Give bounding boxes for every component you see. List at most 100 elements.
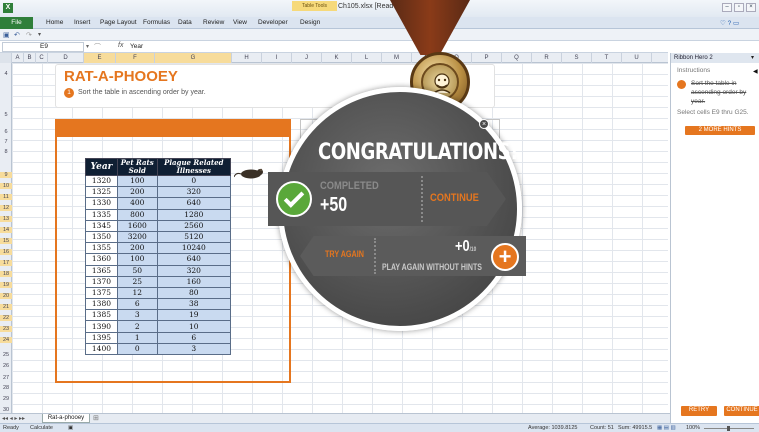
header-plague-illnesses[interactable]: Plague Related Illnesses bbox=[156, 158, 232, 176]
play-again-without-hints-label[interactable]: PLAY AGAIN WITHOUT HINTS bbox=[382, 262, 482, 272]
insert-function-icon[interactable]: fx bbox=[118, 42, 123, 49]
table-row[interactable]: 1390 2 10 bbox=[85, 320, 232, 333]
macro-record-icon[interactable]: ▣ bbox=[68, 425, 73, 431]
column-header[interactable]: I bbox=[262, 53, 292, 63]
column-header[interactable]: S bbox=[562, 53, 592, 63]
more-hints-button[interactable]: 2 MORE HINTS bbox=[685, 126, 755, 135]
cell-year[interactable]: 1335 bbox=[85, 208, 118, 221]
play-again-plus-button[interactable]: + bbox=[491, 243, 519, 271]
cell-rats[interactable]: 100 bbox=[116, 174, 158, 188]
header-year[interactable]: Year bbox=[85, 158, 118, 176]
table-row[interactable]: 1400 0 3 bbox=[85, 342, 232, 356]
row-header[interactable]: 28 bbox=[0, 385, 12, 391]
row-header[interactable]: 22 bbox=[0, 315, 12, 321]
column-header[interactable]: F bbox=[116, 53, 155, 63]
zoom-slider-thumb[interactable] bbox=[727, 426, 730, 431]
status-calculate[interactable]: Calculate bbox=[30, 425, 53, 431]
close-dialog-icon[interactable]: × bbox=[479, 119, 489, 129]
cell-rats[interactable]: 50 bbox=[116, 264, 158, 277]
cell-year[interactable]: 1330 bbox=[85, 197, 118, 210]
header-pet-rats-sold[interactable]: Pet Rats Sold bbox=[116, 158, 158, 176]
cell-year[interactable]: 1375 bbox=[85, 286, 118, 300]
table-row[interactable]: 1365 50 320 bbox=[85, 264, 232, 277]
table-row[interactable]: 1350 3200 5120 bbox=[85, 230, 232, 244]
select-all-corner[interactable] bbox=[0, 53, 12, 63]
cell-year[interactable]: 1365 bbox=[85, 264, 118, 277]
cell-year[interactable]: 1395 bbox=[85, 331, 118, 344]
column-header[interactable]: L bbox=[352, 53, 382, 63]
save-icon[interactable]: ▣ bbox=[3, 31, 10, 39]
table-row[interactable]: 1360 100 640 bbox=[85, 253, 232, 266]
cell-year[interactable]: 1400 bbox=[85, 342, 118, 356]
cell-illnesses[interactable]: 0 bbox=[156, 174, 232, 188]
tab-developer[interactable]: Developer bbox=[258, 19, 288, 26]
sheet-tab[interactable]: Rat-a-phooey bbox=[42, 414, 90, 423]
row-header[interactable]: 20 bbox=[0, 293, 12, 299]
cell-rats[interactable]: 2 bbox=[116, 320, 158, 333]
table-row[interactable]: 1325 200 320 bbox=[85, 186, 232, 199]
cell-illnesses[interactable]: 3 bbox=[156, 342, 232, 356]
cell-rats[interactable]: 1 bbox=[116, 331, 158, 344]
table-row[interactable]: 1355 200 10240 bbox=[85, 242, 232, 255]
column-header[interactable]: C bbox=[36, 53, 48, 63]
row-header[interactable]: 6 bbox=[0, 129, 12, 135]
redo-icon[interactable]: ↷ bbox=[26, 31, 32, 39]
try-again-button[interactable]: TRY AGAIN bbox=[325, 249, 364, 259]
tab-view[interactable]: View bbox=[233, 19, 247, 26]
cell-illnesses[interactable]: 2560 bbox=[156, 219, 232, 232]
row-header[interactable]: 15 bbox=[0, 238, 12, 244]
cell-rats[interactable]: 200 bbox=[116, 242, 158, 255]
close-window-icon[interactable]: × bbox=[746, 3, 756, 12]
cell-illnesses[interactable]: 19 bbox=[156, 309, 232, 322]
table-row[interactable]: 1335 800 1280 bbox=[85, 208, 232, 221]
cell-illnesses[interactable]: 38 bbox=[156, 298, 232, 311]
table-row[interactable]: 1330 400 640 bbox=[85, 197, 232, 210]
row-header[interactable]: 23 bbox=[0, 326, 12, 332]
column-header[interactable]: D bbox=[48, 53, 84, 63]
cell-illnesses[interactable]: 320 bbox=[156, 186, 232, 199]
table-row[interactable]: 1385 3 19 bbox=[85, 309, 232, 322]
tab-page-layout[interactable]: Page Layout bbox=[100, 19, 137, 26]
undo-icon[interactable]: ↶ bbox=[14, 31, 20, 39]
cell-year[interactable]: 1370 bbox=[85, 275, 118, 288]
row-header[interactable]: 11 bbox=[0, 194, 12, 200]
column-header[interactable]: M bbox=[382, 53, 412, 63]
row-header[interactable]: 24 bbox=[0, 337, 12, 343]
row-header[interactable]: 21 bbox=[0, 304, 12, 310]
tab-formulas[interactable]: Formulas bbox=[143, 19, 170, 26]
tab-file[interactable]: File bbox=[0, 17, 33, 29]
cell-rats[interactable]: 1600 bbox=[116, 219, 158, 232]
cancel-entry-icon[interactable]: ⌒ bbox=[94, 42, 101, 52]
column-header[interactable]: A bbox=[12, 53, 24, 63]
column-header[interactable]: R bbox=[532, 53, 562, 63]
cell-rats[interactable]: 100 bbox=[116, 253, 158, 266]
restore-icon[interactable]: ▫ bbox=[734, 3, 744, 12]
continue-button[interactable]: CONTINUE bbox=[430, 186, 481, 210]
customize-qat-icon[interactable]: ▾ bbox=[38, 31, 41, 38]
cell-rats[interactable]: 0 bbox=[116, 342, 158, 356]
tab-data[interactable]: Data bbox=[178, 19, 192, 26]
row-header[interactable]: 25 bbox=[0, 352, 12, 358]
row-header[interactable]: 19 bbox=[0, 282, 12, 288]
zoom-level[interactable]: 100% bbox=[686, 425, 700, 431]
cell-year[interactable]: 1325 bbox=[85, 186, 118, 199]
row-header[interactable]: 12 bbox=[0, 205, 12, 211]
cell-rats[interactable]: 400 bbox=[116, 197, 158, 210]
formula-input[interactable]: Year bbox=[130, 43, 143, 50]
cell-rats[interactable]: 3 bbox=[116, 309, 158, 322]
table-row[interactable]: 1370 25 160 bbox=[85, 275, 232, 288]
row-header[interactable]: 9 bbox=[0, 172, 12, 178]
table-row[interactable]: 1395 1 6 bbox=[85, 331, 232, 344]
table-row[interactable]: 1320 100 0 bbox=[85, 174, 232, 188]
cell-year[interactable]: 1345 bbox=[85, 219, 118, 232]
table-row[interactable]: 1380 6 38 bbox=[85, 298, 232, 311]
row-header[interactable]: 8 bbox=[0, 149, 12, 155]
cell-rats[interactable]: 6 bbox=[116, 298, 158, 311]
row-header[interactable]: 16 bbox=[0, 249, 12, 255]
cell-rats[interactable]: 25 bbox=[116, 275, 158, 288]
cell-rats[interactable]: 200 bbox=[116, 186, 158, 199]
rat-data-table[interactable]: Year Pet Rats Sold Plague Related Illnes… bbox=[85, 158, 232, 356]
row-header[interactable]: 5 bbox=[0, 112, 12, 118]
cell-year[interactable]: 1390 bbox=[85, 320, 118, 333]
tab-insert[interactable]: Insert bbox=[74, 19, 90, 26]
